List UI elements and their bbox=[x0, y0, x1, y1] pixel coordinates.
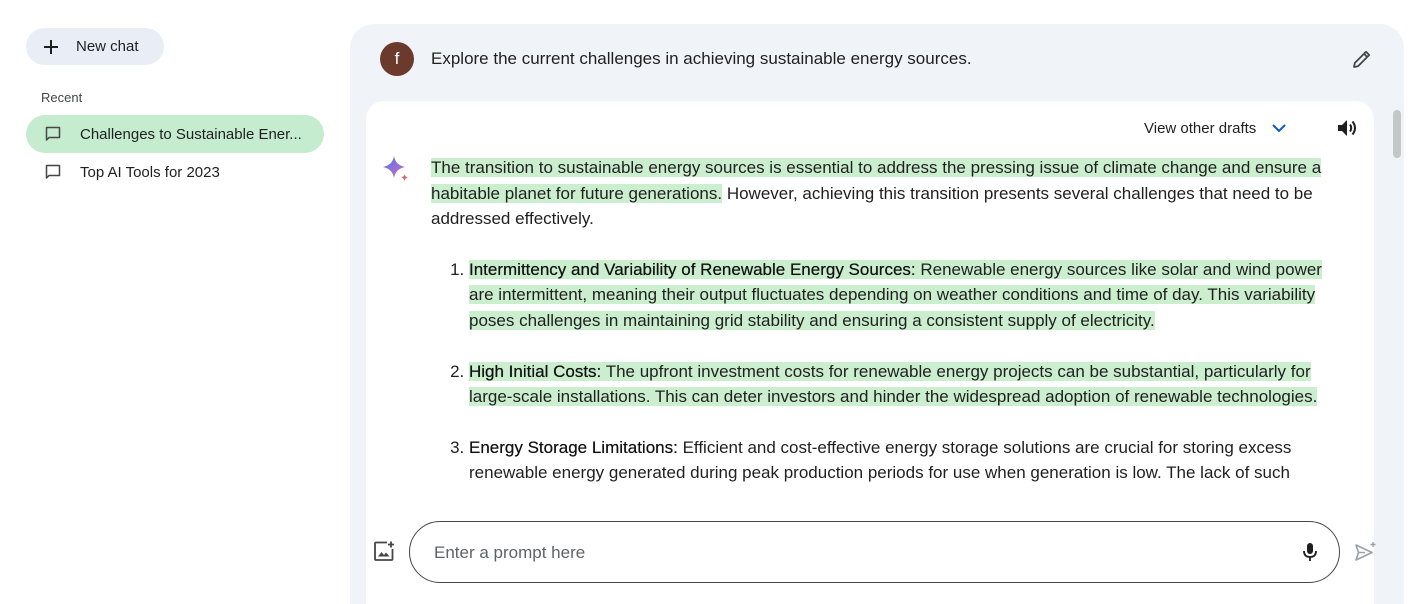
speaker-icon[interactable] bbox=[1334, 115, 1360, 141]
response-intro: The transition to sustainable energy sou… bbox=[431, 155, 1341, 232]
challenges-list: Intermittency and Variability of Renewab… bbox=[431, 257, 1341, 486]
prompt-box bbox=[409, 521, 1340, 583]
user-prompt-text: Explore the current challenges in achiev… bbox=[431, 49, 972, 68]
list-item-title: Energy Storage Limitations: bbox=[469, 437, 678, 457]
sidebar-item-label: Challenges to Sustainable Ener... bbox=[80, 125, 302, 143]
new-chat-label: New chat bbox=[76, 38, 139, 55]
new-chat-button[interactable]: New chat bbox=[26, 28, 164, 65]
view-drafts-label: View other drafts bbox=[1144, 119, 1257, 137]
conversation-panel: f Explore the current challenges in achi… bbox=[350, 24, 1404, 604]
avatar: f bbox=[380, 42, 414, 76]
list-item-text: This can deter investors and hinder the … bbox=[650, 387, 1318, 407]
send-icon[interactable] bbox=[1353, 540, 1377, 564]
app-window: New chat Recent Challenges to Sustainabl… bbox=[0, 0, 1412, 604]
list-item-title: High Initial Costs: bbox=[469, 361, 602, 381]
user-message: f Explore the current challenges in achi… bbox=[380, 42, 1374, 78]
view-other-drafts-button[interactable]: View other drafts bbox=[1144, 118, 1289, 138]
sidebar-item-challenges[interactable]: Challenges to Sustainable Ener... bbox=[26, 115, 324, 153]
add-image-icon[interactable] bbox=[372, 539, 396, 563]
list-item-title: Intermittency and Variability of Renewab… bbox=[469, 259, 916, 279]
list-item: Energy Storage Limitations: Efficient an… bbox=[469, 435, 1341, 486]
edit-pencil-icon[interactable] bbox=[1350, 47, 1374, 71]
recent-heading: Recent bbox=[41, 90, 83, 105]
sidebar: New chat Recent Challenges to Sustainabl… bbox=[0, 0, 340, 604]
response-text: The transition to sustainable energy sou… bbox=[431, 155, 1341, 511]
plus-icon bbox=[44, 39, 58, 54]
prompt-input[interactable] bbox=[432, 540, 1256, 566]
prompt-bar bbox=[350, 520, 1404, 584]
chat-bubble-icon bbox=[45, 164, 61, 179]
list-item: Intermittency and Variability of Renewab… bbox=[469, 257, 1341, 334]
scrollbar[interactable] bbox=[1393, 110, 1401, 158]
chevron-down-icon bbox=[1272, 124, 1286, 133]
list-item: High Initial Costs: The upfront investme… bbox=[469, 359, 1341, 410]
sidebar-item-ai-tools[interactable]: Top AI Tools for 2023 bbox=[26, 153, 324, 191]
gemini-sparkle-icon bbox=[383, 156, 408, 181]
microphone-icon[interactable] bbox=[1298, 540, 1322, 564]
chat-bubble-icon bbox=[45, 126, 61, 141]
sidebar-item-label: Top AI Tools for 2023 bbox=[80, 163, 220, 181]
